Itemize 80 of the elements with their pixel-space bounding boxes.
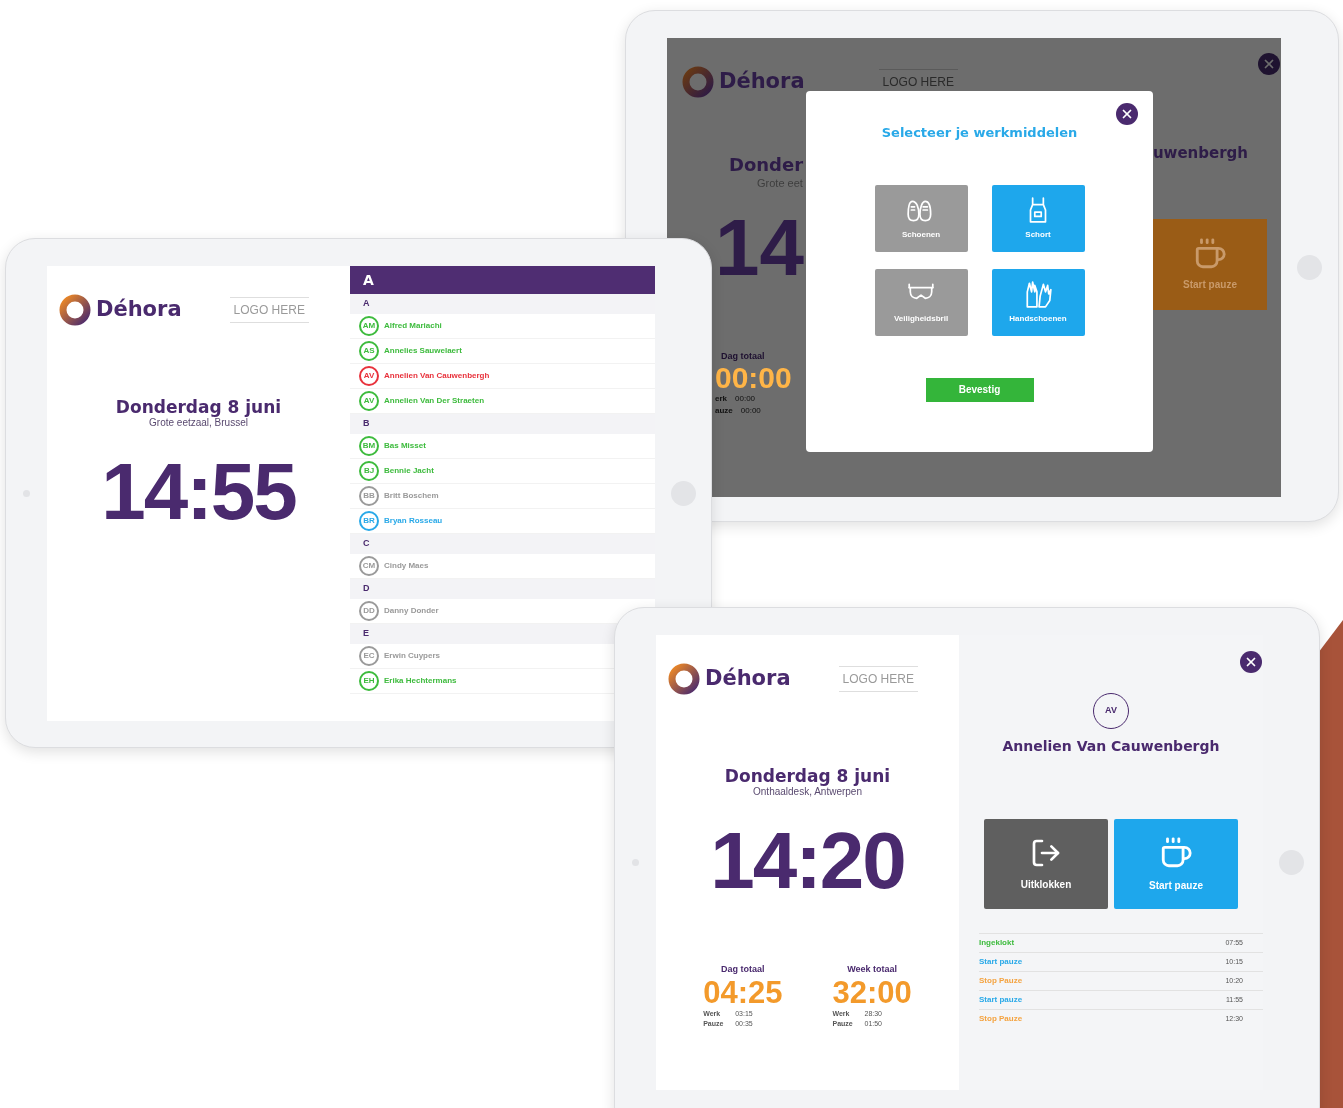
date-title: Donder [729, 155, 805, 175]
employee-name: Annelien Van Cauwenbergh [1002, 737, 1220, 756]
initials-avatar[interactable]: BJ [359, 461, 379, 481]
log-event: Stop Pauze [979, 1013, 1023, 1025]
dialog-title: Selecteer je werkmiddelen [881, 124, 1078, 142]
logo-ring-icon [58, 293, 92, 327]
initials-avatar[interactable]: AV [359, 391, 379, 411]
total-label: Dag totaal [721, 963, 765, 976]
initials-avatar[interactable]: AS [359, 341, 379, 361]
pause-value: 00:00 [740, 405, 761, 417]
total-value: 32:00 [832, 976, 912, 1009]
initials-avatar[interactable]: BB [359, 486, 379, 506]
initials-avatar[interactable]: BR [359, 511, 379, 531]
location-text: Grote eetzaal, Brussel [149, 417, 248, 428]
tool-tile[interactable]: Veiligheidsbril [874, 268, 968, 336]
employee-name: Bennie Jacht [384, 465, 434, 477]
section-letter: C [363, 537, 370, 551]
employee-name: Britt Boschem [384, 490, 439, 502]
log-event: Ingeklokt [979, 937, 1015, 949]
initials-avatar[interactable]: AM [359, 316, 379, 336]
section-letter: D [363, 582, 370, 596]
total-label: Dag totaal [720, 349, 765, 363]
log-event: Start pauze [979, 956, 1023, 968]
total-label: Week totaal [847, 963, 898, 976]
start-pause-button[interactable]: Start pauze [1114, 819, 1238, 909]
clock-time: 14 [715, 211, 804, 284]
employee-name: Bas Misset [384, 440, 426, 452]
initials-avatar[interactable]: DD [359, 601, 379, 621]
close-icon [1120, 107, 1134, 121]
brand-logo-text: Déhora [705, 665, 791, 693]
index-letter: A [363, 270, 374, 290]
employee-name: uwenbergh [1152, 143, 1248, 164]
section-letter: B [363, 417, 370, 431]
employee-name: Annelien Van Der Straeten [384, 395, 485, 407]
total-value: 00:00 [715, 363, 792, 393]
work-label: erk [715, 393, 727, 405]
tool-tile[interactable]: Schort [991, 184, 1085, 252]
location-text: Onthaaldesk, Antwerpen [753, 786, 862, 797]
section-letter: A [363, 297, 370, 311]
log-event: Start pauze [979, 994, 1023, 1006]
clock-time: 14:20 [710, 821, 905, 901]
close-button[interactable] [1116, 103, 1138, 125]
work-value: 00:00 [735, 393, 756, 405]
initials-avatar[interactable]: CM [359, 556, 379, 576]
employee-name: Annelien Van Cauwenbergh [384, 370, 490, 382]
total-value: 04:25 [703, 976, 783, 1009]
initials-avatar[interactable]: AV [359, 366, 379, 386]
gloves-icon [1023, 279, 1053, 309]
close-icon [1244, 655, 1258, 669]
employee-name: Erika Hechtermans [384, 675, 457, 687]
coffee-cup-icon [1193, 236, 1227, 271]
employee-name: Bryan Rosseau [384, 515, 443, 527]
tool-tile[interactable]: Handschoenen [991, 268, 1085, 336]
employee-name: Annelies Sauwelaert [384, 345, 462, 357]
tool-tile[interactable]: Schoenen [874, 184, 968, 252]
logo-ring-icon [667, 662, 701, 696]
logo-placeholder-field: LOGO HERE [838, 666, 918, 692]
date-title: Donderdag 8 juni [115, 397, 282, 417]
clock-out-button[interactable]: Uitklokken [984, 819, 1108, 909]
employee-name: Cindy Maes [384, 560, 429, 572]
date-title: Donderdag 8 juni [724, 766, 891, 786]
brand-logo-text: Déhora [96, 296, 182, 324]
pause-label: auze [715, 405, 733, 417]
clock-time: 14:55 [101, 452, 296, 532]
log-event: Stop Pauze [979, 975, 1023, 987]
employee-name: Erwin Cuypers [384, 650, 440, 662]
coffee-cup-icon [1159, 835, 1193, 870]
initials-avatar[interactable]: BM [359, 436, 379, 456]
initials-avatar[interactable]: EC [359, 646, 379, 666]
start-pause-button[interactable]: Start pauze [1153, 218, 1267, 310]
close-icon [1262, 57, 1276, 71]
employee-name: Danny Donder [384, 605, 439, 617]
employee-name: Alfred Mariachi [384, 320, 442, 332]
confirm-button[interactable]: Bevestig [925, 377, 1034, 402]
brand-logo-text: Déhora [719, 68, 805, 96]
logo-placeholder-field: LOGO HERE [229, 297, 309, 323]
logo-ring-icon [681, 65, 715, 99]
initials-avatar[interactable]: EH [359, 671, 379, 691]
close-button[interactable] [1240, 651, 1262, 673]
section-letter: E [363, 627, 369, 641]
